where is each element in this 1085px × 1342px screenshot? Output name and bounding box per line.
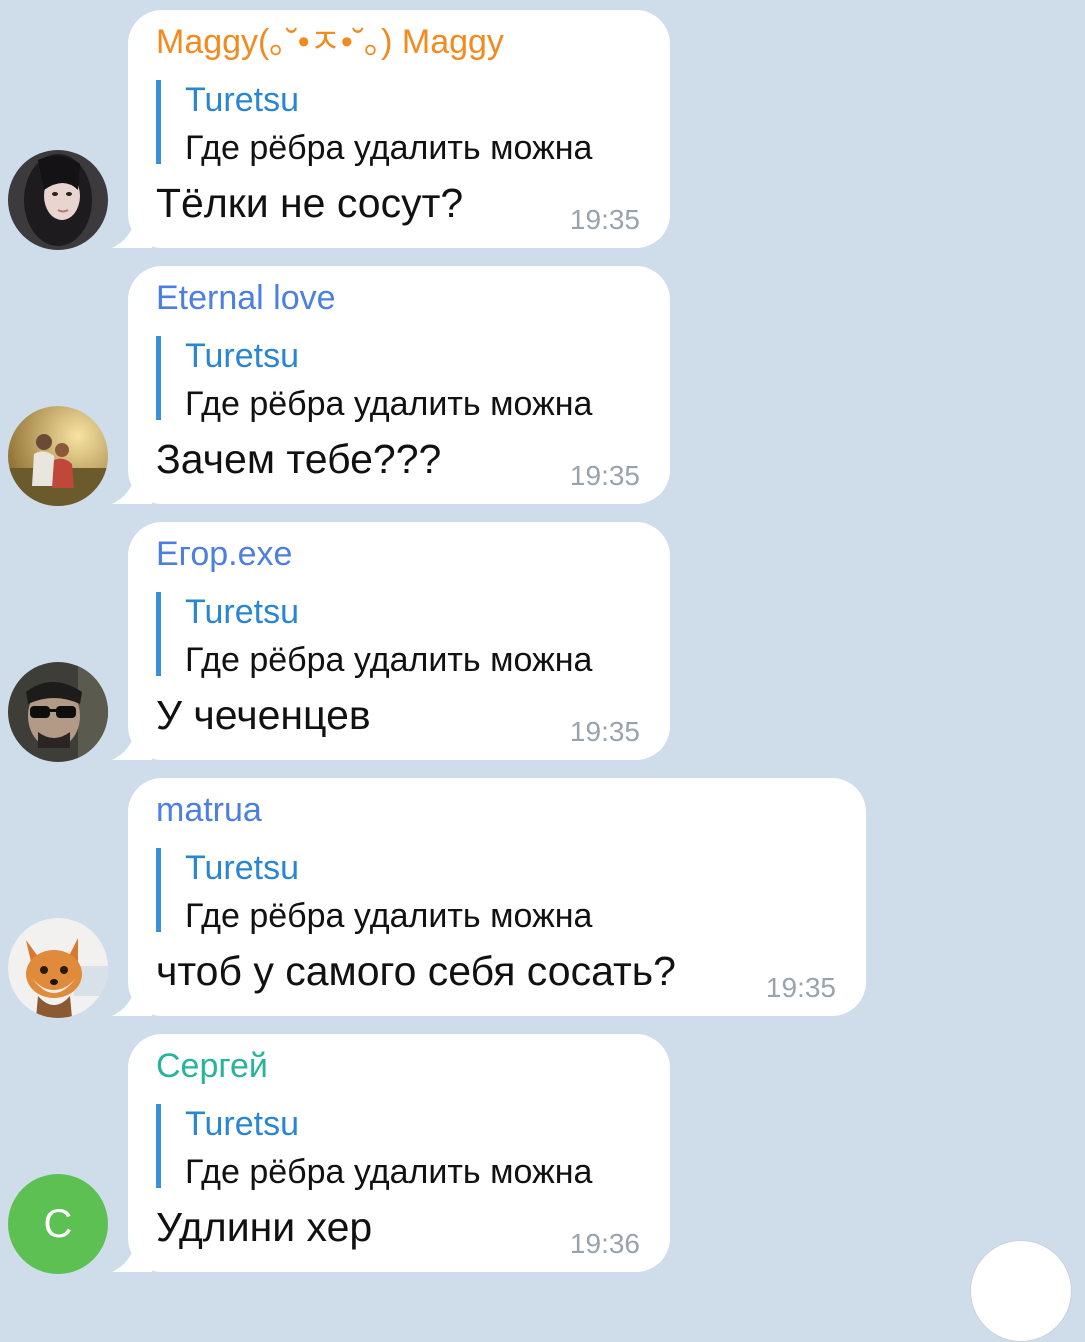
reply-quote[interactable]: Turetsu Где рёбра удалить можна: [156, 336, 592, 423]
sender-name[interactable]: Eternal love: [156, 278, 336, 318]
reply-author: Turetsu: [185, 1105, 300, 1143]
message-time: 19:35: [765, 972, 836, 1003]
message-time: 19:35: [569, 460, 640, 491]
reply-author: Turetsu: [185, 81, 300, 119]
message[interactable]: Maggy(｡˘•ㅈ•˘｡) Maggy Turetsu Где рёбра у…: [0, 10, 1085, 258]
avatar-letter: С: [43, 1201, 73, 1246]
avatar[interactable]: [8, 918, 108, 1018]
reply-text: Где рёбра удалить можна: [185, 1153, 593, 1191]
reply-author: Turetsu: [185, 849, 300, 887]
reply-text: Где рёбра удалить можна: [185, 897, 593, 935]
message-bubble[interactable]: Сергей Turetsu Где рёбра удалить можна У…: [128, 1034, 670, 1272]
message-time: 19:36: [569, 1228, 640, 1259]
reply-quote[interactable]: Turetsu Где рёбра удалить можна: [156, 848, 592, 935]
message-text: Зачем тебе???: [156, 436, 442, 482]
avatar[interactable]: [8, 406, 108, 506]
message-time: 19:35: [569, 204, 640, 235]
woman-dark-hair-photo-icon: [8, 150, 108, 250]
message[interactable]: Егор.exe Turetsu Где рёбра удалить можна…: [0, 522, 1085, 770]
reply-author: Turetsu: [185, 337, 300, 375]
message-text: Удлини хер: [156, 1204, 373, 1250]
reply-quote[interactable]: Turetsu Где рёбра удалить можна: [156, 80, 592, 167]
avatar[interactable]: С: [8, 1174, 108, 1274]
message-bubble[interactable]: matrua Turetsu Где рёбра удалить можна ч…: [128, 778, 866, 1016]
message-bubble[interactable]: Maggy(｡˘•ㅈ•˘｡) Maggy Turetsu Где рёбра у…: [128, 10, 670, 248]
sender-name[interactable]: Maggy(｡˘•ㅈ•˘｡) Maggy: [156, 22, 504, 62]
avatar[interactable]: [8, 150, 108, 250]
message-bubble[interactable]: Eternal love Turetsu Где рёбра удалить м…: [128, 266, 670, 504]
reply-text: Где рёбра удалить можна: [185, 129, 593, 167]
scroll-down-button[interactable]: [970, 1240, 1072, 1342]
sender-name[interactable]: matrua: [156, 790, 262, 830]
message-text: чтоб у самого себя сосать?: [156, 948, 676, 994]
reply-author: Turetsu: [185, 593, 300, 631]
message-text: У чеченцев: [156, 692, 371, 738]
reply-quote[interactable]: Turetsu Где рёбра удалить можна: [156, 592, 592, 679]
message[interactable]: matrua Turetsu Где рёбра удалить можна ч…: [0, 778, 1085, 1026]
message-text: Тёлки не сосут?: [156, 180, 464, 226]
fox-photo-icon: [8, 918, 108, 1018]
avatar[interactable]: [8, 662, 108, 762]
message[interactable]: С Сергей Turetsu Где рёбра удалить можна…: [0, 1034, 1085, 1282]
message-time: 19:35: [569, 716, 640, 747]
reply-text: Где рёбра удалить можна: [185, 641, 593, 679]
couple-sunset-photo-icon: [8, 406, 108, 506]
message[interactable]: Eternal love Turetsu Где рёбра удалить м…: [0, 266, 1085, 514]
man-sunglasses-photo-icon: [8, 662, 108, 762]
message-bubble[interactable]: Егор.exe Turetsu Где рёбра удалить можна…: [128, 522, 670, 760]
reply-quote[interactable]: Turetsu Где рёбра удалить можна: [156, 1104, 592, 1191]
sender-name[interactable]: Сергей: [156, 1046, 268, 1086]
reply-text: Где рёбра удалить можна: [185, 385, 593, 423]
sender-name[interactable]: Егор.exe: [156, 534, 292, 574]
